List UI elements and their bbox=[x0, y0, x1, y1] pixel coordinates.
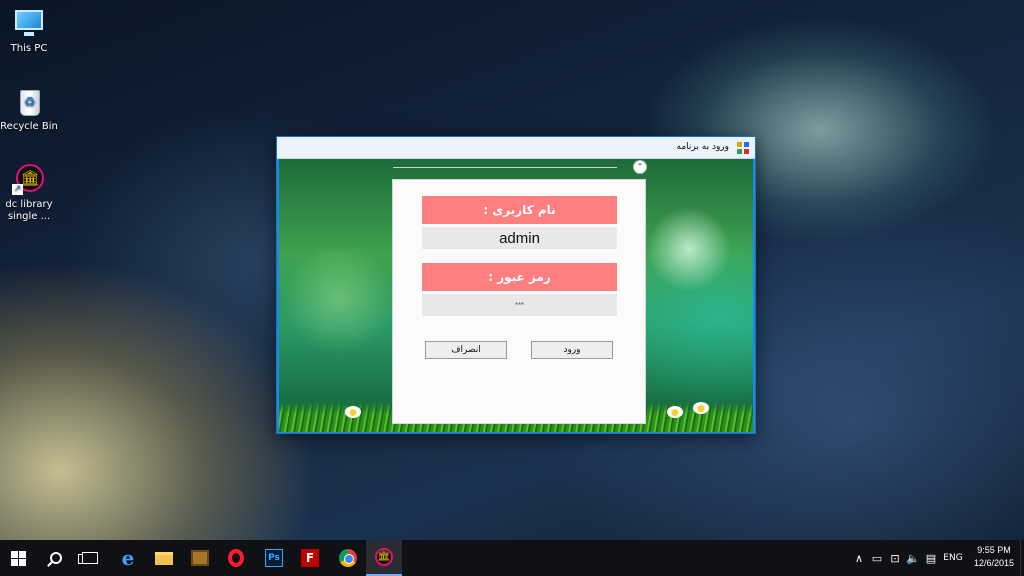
cancel-button[interactable]: انصراف bbox=[425, 341, 507, 359]
folder-icon bbox=[155, 551, 173, 565]
recycle-bin-icon: ♻ bbox=[12, 86, 46, 118]
task-view-icon bbox=[78, 552, 98, 564]
collapse-button[interactable]: ⌃ bbox=[633, 160, 647, 174]
chrome-icon bbox=[339, 549, 357, 567]
taskbar-file-explorer[interactable] bbox=[146, 540, 182, 576]
desktop-icon-label-line2: single ... bbox=[7, 211, 51, 222]
flower-decoration bbox=[667, 406, 683, 418]
taskbar-chrome[interactable] bbox=[330, 540, 366, 576]
language-indicator[interactable]: ENG bbox=[940, 540, 966, 576]
network-icon[interactable]: ⊡ bbox=[886, 540, 904, 576]
library-app-icon: 🏛 ↗ bbox=[12, 164, 46, 196]
taskbar-app-box[interactable] bbox=[182, 540, 218, 576]
start-button[interactable] bbox=[0, 540, 36, 576]
battery-icon[interactable]: ▭ bbox=[868, 540, 886, 576]
login-panel: نام کاربری : رمز عبور : انصراف ورود bbox=[392, 179, 646, 424]
app-icon bbox=[737, 142, 749, 154]
opera-icon bbox=[228, 549, 244, 567]
taskbar-opera[interactable] bbox=[218, 540, 254, 576]
taskbar-photoshop[interactable]: Ps bbox=[256, 540, 292, 576]
taskbar-edge[interactable]: e bbox=[110, 540, 146, 576]
desktop-icon-label: Recycle Bin bbox=[0, 121, 58, 132]
flower-decoration bbox=[345, 406, 361, 418]
edge-icon: e bbox=[121, 546, 135, 570]
app-box-icon bbox=[191, 550, 209, 566]
taskbar-dc-library[interactable]: 🏛 bbox=[366, 540, 402, 576]
password-field[interactable] bbox=[422, 294, 617, 316]
clock-time: 9:55 PM bbox=[977, 545, 1011, 555]
speaker-icon[interactable]: 🔈 bbox=[904, 540, 922, 576]
login-window: ورود به برنامه ⌃ نام کاربری : رمز عبور :… bbox=[276, 136, 756, 434]
window-titlebar[interactable]: ورود به برنامه bbox=[277, 137, 755, 159]
login-button[interactable]: ورود bbox=[531, 341, 613, 359]
windows-logo-icon bbox=[10, 550, 26, 566]
search-icon bbox=[50, 552, 62, 564]
panel-divider bbox=[393, 167, 617, 168]
shortcut-arrow-icon: ↗ bbox=[12, 184, 23, 195]
photoshop-icon: Ps bbox=[265, 549, 283, 567]
desktop-icon-this-pc[interactable]: This PC bbox=[0, 8, 58, 55]
desktop-icon-label: This PC bbox=[10, 43, 48, 54]
library-app-icon: 🏛 bbox=[375, 548, 393, 566]
computer-icon bbox=[12, 8, 46, 40]
username-field[interactable] bbox=[422, 227, 617, 249]
window-client-area: ⌃ نام کاربری : رمز عبور : انصراف ورود bbox=[279, 159, 753, 432]
flower-decoration bbox=[693, 402, 709, 414]
clock-date: 12/6/2015 bbox=[973, 558, 1014, 568]
filezilla-icon: F bbox=[301, 549, 319, 567]
clock[interactable]: 9:55 PM 12/6/2015 bbox=[974, 544, 1014, 570]
desktop-icon-recycle-bin[interactable]: ♻ Recycle Bin bbox=[0, 86, 58, 133]
system-tray: ∧ ▭ ⊡ 🔈 ▤ ENG bbox=[850, 540, 966, 576]
show-desktop-button[interactable] bbox=[1020, 540, 1024, 576]
desktop-icon-label-line1: dc library bbox=[5, 199, 53, 210]
taskbar: e Ps F 🏛 ∧ ▭ ⊡ 🔈 ▤ ENG 9:55 PM 12/6/2015 bbox=[0, 540, 1024, 576]
search-button[interactable] bbox=[38, 540, 74, 576]
taskbar-filezilla[interactable]: F bbox=[292, 540, 328, 576]
password-label: رمز عبور : bbox=[422, 263, 617, 291]
window-title: ورود به برنامه bbox=[676, 142, 729, 152]
task-view-button[interactable] bbox=[72, 540, 108, 576]
notification-icon[interactable]: ▤ bbox=[922, 540, 940, 576]
chevron-up-icon[interactable]: ∧ bbox=[850, 540, 868, 576]
desktop-icon-dc-library[interactable]: 🏛 ↗ dc library single ... bbox=[0, 164, 58, 223]
username-label: نام کاربری : bbox=[422, 196, 617, 224]
